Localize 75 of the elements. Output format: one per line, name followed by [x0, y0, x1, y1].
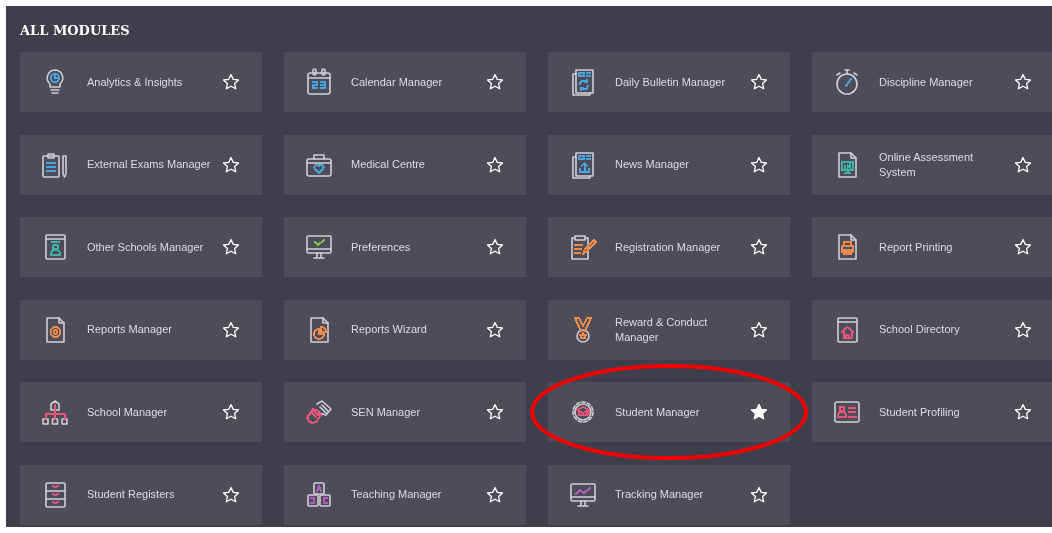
blocks-icon [304, 479, 334, 510]
favorite-star-button[interactable] [750, 403, 768, 421]
module-label: Discipline Manager [879, 74, 974, 90]
module-tile[interactable]: Reports Manager [20, 299, 262, 360]
module-tile[interactable]: News Manager [548, 134, 790, 195]
module-label: Reports Manager [87, 322, 173, 337]
module-tile[interactable]: Online Assessment System [812, 134, 1052, 195]
favorite-star-button[interactable] [486, 73, 504, 91]
module-label: School Manager [87, 404, 169, 420]
calendar-icon [304, 67, 334, 97]
module-tile[interactable]: SEN Manager [284, 382, 526, 442]
module-tile[interactable]: School Manager [20, 382, 262, 442]
module-label: Preferences [351, 239, 412, 255]
favorite-star-button[interactable] [1014, 155, 1032, 174]
favorite-star-button[interactable] [222, 238, 240, 256]
module-tile[interactable]: Report Printing [812, 217, 1052, 277]
favorite-star-button[interactable] [750, 320, 768, 339]
module-label: Medical Centre [351, 157, 426, 172]
module-tile[interactable]: Tracking Manager [548, 464, 790, 525]
favorite-star-button[interactable] [750, 485, 768, 504]
module-tile[interactable]: Other Schools Manager [20, 217, 262, 277]
favorite-star-button[interactable] [1014, 320, 1032, 339]
module-tile[interactable]: Medical Centre [284, 134, 526, 195]
module-label: News Manager [615, 157, 690, 172]
favorite-star-button[interactable] [1014, 238, 1032, 256]
module-tile[interactable]: Reward & Conduct Manager [548, 299, 790, 360]
module-label: Teaching Manager [351, 487, 443, 502]
module-tile[interactable]: Student Registers [20, 464, 262, 525]
module-label: External Exams Manager [87, 157, 212, 172]
module-tile[interactable]: Analytics & Insights [20, 52, 262, 112]
favorite-star-button[interactable] [750, 155, 768, 174]
favorite-star-button[interactable] [222, 155, 240, 174]
module-label: Registration Manager [615, 239, 722, 255]
module-label: Reward & Conduct Manager [615, 314, 709, 345]
monitor-icon [304, 232, 334, 262]
favorite-star-button[interactable] [222, 73, 240, 91]
module-label: SEN Manager [351, 404, 422, 420]
module-tile[interactable]: Reports Wizard [284, 299, 526, 360]
module-label: Other Schools Manager [87, 239, 205, 255]
module-label: Student Registers [87, 487, 176, 502]
module-label: Analytics & Insights [87, 74, 184, 90]
module-label: School Directory [879, 322, 961, 337]
module-label: Student Profiling [879, 404, 961, 420]
favorite-star-button[interactable] [222, 403, 240, 421]
module-label: Report Printing [879, 239, 954, 255]
favorite-star-button[interactable] [1014, 73, 1032, 91]
clipboard-edit-icon [568, 232, 598, 262]
favorite-star-button[interactable] [486, 485, 504, 504]
module-tile[interactable]: Registration Manager [548, 217, 790, 277]
section-title: ALL MODULES [20, 23, 130, 38]
module-label: Calendar Manager [351, 74, 444, 90]
module-tile[interactable]: Preferences [284, 217, 526, 277]
module-label: Reports Wizard [351, 322, 428, 337]
module-tile[interactable]: Daily Bulletin Manager [548, 52, 790, 112]
favorite-star-button[interactable] [486, 403, 504, 421]
module-tile[interactable]: Student Manager [548, 382, 790, 442]
module-tile[interactable]: Discipline Manager [812, 52, 1052, 112]
favorite-star-button[interactable] [486, 238, 504, 256]
favorite-star-button[interactable] [750, 73, 768, 91]
module-label: Student Manager [615, 404, 701, 420]
module-tile[interactable]: External Exams Manager [20, 134, 262, 195]
favorite-star-button[interactable] [222, 485, 240, 504]
org-chart-icon [40, 397, 70, 427]
module-tile[interactable]: Student Profiling [812, 382, 1052, 442]
favorite-star-button[interactable] [222, 320, 240, 339]
favorite-star-button[interactable] [486, 320, 504, 339]
module-tile[interactable]: School Directory [812, 299, 1052, 360]
module-tile[interactable]: Teaching Manager [284, 464, 526, 525]
module-label: Tracking Manager [615, 487, 705, 502]
favorite-star-button[interactable] [486, 155, 504, 174]
favorite-star-button[interactable] [750, 238, 768, 256]
module-label: Daily Bulletin Manager [615, 74, 727, 90]
module-label: Online Assessment System [879, 149, 975, 180]
module-tile[interactable]: Calendar Manager [284, 52, 526, 112]
favorite-star-button[interactable] [1014, 403, 1032, 421]
